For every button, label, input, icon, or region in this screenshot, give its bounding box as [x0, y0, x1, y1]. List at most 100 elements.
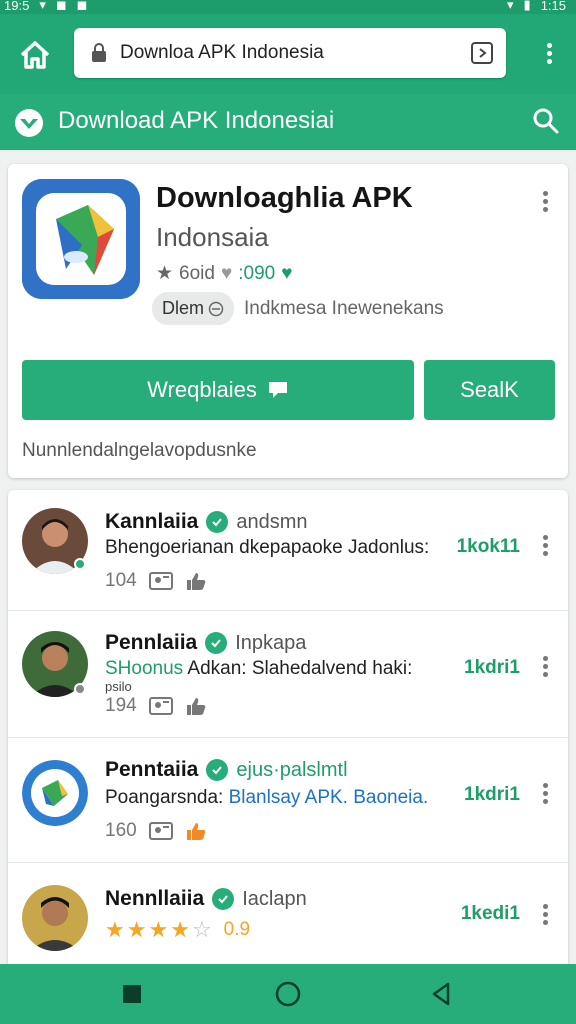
list-item[interactable]: Pennlaiia Inpkapa SHoonus Adkan: Slaheda… [8, 611, 568, 738]
post-author: Pennlaiia Inpkapa [105, 631, 306, 655]
post-options-icon[interactable] [540, 653, 550, 679]
chip-icon [208, 301, 224, 316]
author-tag: Inpkapa [235, 631, 307, 654]
rating-text: 6oid [179, 262, 215, 284]
post-options-icon[interactable] [540, 780, 550, 806]
author-tag: ejus·palslmtl [236, 758, 348, 781]
tabs-icon[interactable] [470, 41, 494, 65]
review-feed: Kannlaiia andsmn Bhengoerianan dkepapaok… [8, 490, 568, 964]
lock-icon [92, 43, 106, 62]
author-name: Penntaiia [105, 758, 199, 781]
rating-row: ★ 6oid ♥ :090 ♥ [156, 262, 293, 285]
overflow-menu-icon[interactable] [542, 40, 556, 70]
post-author: Penntaiia ejus·palslmtl [105, 758, 348, 782]
verified-icon [206, 759, 229, 781]
post-options-icon[interactable] [540, 901, 550, 927]
app-detail-card: Downloaghlia APK Indonsaia ★ 6oid ♥ :090… [8, 164, 568, 478]
secondary-action-button[interactable]: SealK [424, 360, 555, 420]
signal-icon: ▾ [39, 0, 46, 12]
site-title: Download APK Indonesiai [58, 107, 335, 134]
url-field[interactable]: Downloa APK Indonesia [74, 28, 506, 78]
post-author: Nennllaiia Iaclapn [105, 887, 307, 911]
system-nav-bar [0, 964, 576, 1024]
star-rating: ★ ★ ★ ★ ☆ [105, 919, 212, 941]
category-chip[interactable]: Dlem [152, 292, 235, 325]
list-item[interactable]: Penntaiia ejus·palslmtl Poangarsnda: Bla… [8, 738, 568, 863]
chip-label: Dlem [162, 298, 205, 318]
star-icon: ★ [148, 917, 169, 942]
author-tag: andsmn [236, 510, 308, 533]
rating-value: 0.9 [223, 919, 251, 940]
circle-icon[interactable] [274, 980, 302, 1008]
star-icon: ★ [105, 917, 125, 942]
post-text: Bhengoerianan dkepapaoke Jadonlus: [105, 537, 430, 558]
heart-icon: ♥ [220, 262, 233, 284]
home-button[interactable] [18, 38, 52, 72]
image-icon[interactable] [148, 571, 173, 591]
verified-icon [212, 888, 235, 910]
post-text: Poangarsnda: Blanlsay APK. Baoneia. [105, 787, 428, 809]
image-icon[interactable] [148, 696, 173, 716]
author-name: Nennllaiia [105, 887, 205, 910]
post-text-body: Poangarsnda: [105, 787, 229, 808]
app-options-icon[interactable] [540, 188, 550, 214]
star-icon: ★ [156, 263, 174, 284]
avatar [22, 885, 88, 951]
status-time-left: 19:5 [4, 0, 30, 13]
wifi-icon: ▾ [507, 0, 514, 12]
avatar [22, 760, 88, 826]
message-icon [268, 382, 287, 398]
heart-icon-green: ♥ [281, 262, 293, 284]
post-text-overflow: psilo [105, 679, 132, 694]
post-text-body: Adkan: Slahedalvend haki: [183, 658, 413, 679]
post-meta: 194 [105, 695, 207, 717]
star-icon: ☆ [191, 917, 212, 942]
primary-action-button[interactable]: Wreqblaies [22, 360, 414, 420]
url-text: Downloa APK Indonesia [120, 42, 324, 63]
post-link[interactable]: Blanlsay APK. Baoneia. [229, 787, 429, 808]
thumbs-up-icon[interactable] [185, 571, 207, 591]
post-options-icon[interactable] [540, 532, 550, 558]
post-text-highlight: SHoonus [105, 658, 184, 679]
post-count: 1kedi1 [460, 903, 520, 924]
online-indicator [74, 558, 86, 570]
image-icon[interactable] [148, 821, 173, 841]
notification-icon: ◼ [55, 0, 67, 12]
list-item[interactable]: Kannlaiia andsmn Bhengoerianan dkepapaok… [8, 490, 568, 611]
thumbs-up-icon[interactable] [185, 696, 207, 716]
thumbs-up-icon[interactable] [185, 821, 207, 841]
post-meta: 104 [105, 570, 207, 592]
verified-icon [205, 632, 228, 654]
site-header: Download APK Indonesiai [0, 94, 576, 150]
list-item[interactable]: Nennllaiia Iaclapn ★ ★ ★ ★ ☆ 0.9 1kedi1 [8, 863, 568, 964]
chip-description: Indkmesa Inewenekans [244, 297, 444, 319]
author-tag: Iaclapn [242, 887, 307, 910]
square-icon[interactable] [118, 980, 146, 1008]
back-icon[interactable] [428, 980, 456, 1008]
app-name: Downloaghlia APK [156, 182, 413, 214]
post-author: Kannlaiia andsmn [105, 510, 308, 534]
downloads-text: :090 [238, 262, 276, 284]
post-count: 1kok11 [456, 536, 520, 557]
status-bar: 19:5 ▾ ◼ ◼ ▾ ▮ 1:15 [0, 0, 576, 14]
post-count: 1kdri1 [464, 657, 520, 678]
app-note: Nunnlendalngelavopdusnke [22, 440, 257, 461]
app-subtitle: Indonsaia [156, 222, 269, 252]
star-icon: ★ [126, 917, 147, 942]
home-icon [20, 41, 50, 69]
star-icon: ★ [170, 917, 190, 942]
verified-icon [206, 511, 229, 533]
post-meta: 160 [105, 820, 207, 842]
primary-button-label: Wreqblaies [147, 377, 257, 402]
author-name: Kannlaiia [105, 510, 199, 533]
secondary-button-label: SealK [460, 377, 519, 402]
meta-count: 104 [105, 570, 137, 591]
status-time-right: 1:15 [540, 0, 566, 13]
chip-row: Dlem Indkmesa Inewenekans [152, 292, 444, 325]
post-count: 1kdri1 [464, 784, 520, 805]
app-icon [22, 179, 140, 299]
battery-icon: ▮ [523, 0, 531, 12]
logo-icon [15, 109, 43, 137]
search-icon[interactable] [532, 107, 560, 135]
notification-icon-2: ◼ [76, 0, 88, 12]
